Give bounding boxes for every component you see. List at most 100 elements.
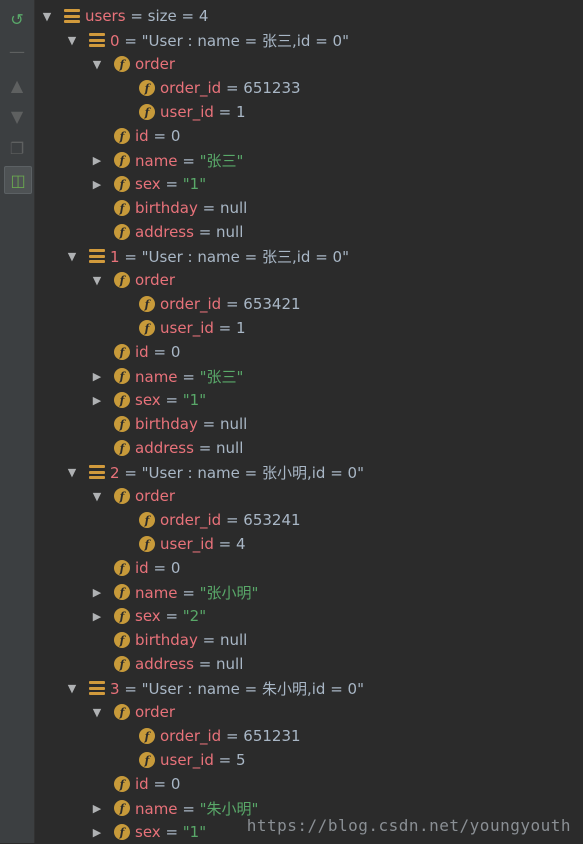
tree-row[interactable]: f address = null: [35, 436, 583, 460]
array-icon: [89, 680, 105, 696]
equals-sign: =: [119, 463, 142, 482]
copy-icon[interactable]: ❐: [4, 135, 30, 161]
variable-name: name: [135, 799, 178, 818]
variable-name: order: [135, 55, 175, 73]
collapse-arrow-icon[interactable]: ▶: [91, 370, 103, 383]
minus-icon[interactable]: —: [4, 38, 30, 64]
tree-row[interactable]: ▼ f order: [35, 268, 583, 292]
tree-row-text: birthday = null: [135, 631, 247, 649]
tree-row[interactable]: f birthday = null: [35, 412, 583, 436]
tree-row[interactable]: f address = null: [35, 652, 583, 676]
tree-row-text: order_id = 653421: [160, 295, 301, 313]
tree-row[interactable]: f user_id = 1: [35, 100, 583, 124]
arrow-down-icon[interactable]: ▼: [4, 103, 30, 129]
tree-row[interactable]: ▼ 0 = "User : name = 张三,id = 0": [35, 28, 583, 52]
tree-row[interactable]: f id = 0: [35, 772, 583, 796]
variable-value: "张小明": [199, 583, 259, 602]
collapse-arrow-icon[interactable]: ▶: [91, 178, 103, 191]
expand-arrow-icon[interactable]: ▼: [66, 682, 78, 695]
equals-sign: =: [177, 799, 200, 818]
tree-row-text: order_id = 651233: [160, 79, 301, 97]
variable-name: 1: [110, 247, 120, 266]
tree-row[interactable]: f id = 0: [35, 124, 583, 148]
tree-row-text: name = "张小明": [135, 582, 258, 603]
collapse-arrow-icon[interactable]: ▶: [91, 802, 103, 815]
collapse-arrow-icon[interactable]: ▶: [91, 610, 103, 623]
collapse-arrow-icon[interactable]: ▶: [91, 154, 103, 167]
tree-row[interactable]: f user_id = 4: [35, 532, 583, 556]
tree-row[interactable]: f order_id = 651231: [35, 724, 583, 748]
field-icon: f: [139, 80, 155, 96]
variable-name: user_id: [160, 319, 214, 337]
variable-name: order_id: [160, 79, 222, 97]
collapse-arrow-icon[interactable]: ▶: [91, 586, 103, 599]
tree-row[interactable]: f order_id = 653421: [35, 292, 583, 316]
equals-sign: =: [119, 679, 142, 698]
variable-value: 0: [170, 559, 181, 577]
restore-icon[interactable]: ↺: [4, 6, 30, 32]
variable-name: order: [135, 271, 175, 289]
tree-row[interactable]: f order_id = 653241: [35, 508, 583, 532]
variable-name: sex: [135, 391, 161, 409]
array-icon: [89, 248, 105, 264]
expand-arrow-icon[interactable]: ▼: [41, 10, 53, 23]
tree-row[interactable]: f address = null: [35, 220, 583, 244]
tree-row[interactable]: f birthday = null: [35, 196, 583, 220]
tree-row-text: id = 0: [135, 559, 180, 577]
tree-row-text: 3 = "User : name = 朱小明,id = 0": [110, 678, 364, 699]
expand-arrow-icon[interactable]: ▼: [91, 706, 103, 719]
tree-row[interactable]: ▼ 1 = "User : name = 张三,id = 0": [35, 244, 583, 268]
tree-row[interactable]: ▼ f order: [35, 484, 583, 508]
field-icon: f: [139, 728, 155, 744]
tree-row[interactable]: f id = 0: [35, 556, 583, 580]
equals-sign: =: [197, 631, 220, 649]
tree-row[interactable]: f birthday = null: [35, 628, 583, 652]
variable-name: sex: [135, 823, 161, 841]
tree-row[interactable]: ▶ f name = "张三": [35, 148, 583, 172]
tree-row[interactable]: ▶ f sex = "2": [35, 604, 583, 628]
tree-row[interactable]: ▶ f name = "张三": [35, 364, 583, 388]
equals-sign: =: [119, 31, 142, 50]
tree-row[interactable]: f user_id = 5: [35, 748, 583, 772]
field-icon: f: [139, 104, 155, 120]
variable-value: "User : name = 朱小明,id = 0": [141, 679, 364, 698]
tree-row[interactable]: ▶ f name = "张小明": [35, 580, 583, 604]
arrow-up-icon[interactable]: ▲: [4, 72, 30, 98]
tree-row[interactable]: ▼ 2 = "User : name = 张小明,id = 0": [35, 460, 583, 484]
expand-arrow-icon[interactable]: ▼: [66, 466, 78, 479]
watch-icon[interactable]: ◫: [4, 166, 32, 194]
field-icon: f: [114, 440, 130, 456]
tree-row[interactable]: ▼ f order: [35, 52, 583, 76]
expand-arrow-icon[interactable]: ▼: [91, 490, 103, 503]
tree-row-text: order: [135, 55, 175, 73]
tree-row[interactable]: f id = 0: [35, 340, 583, 364]
variable-value: "张三": [199, 367, 244, 386]
tree-row[interactable]: f user_id = 1: [35, 316, 583, 340]
collapse-arrow-icon[interactable]: ▶: [91, 826, 103, 839]
field-icon: f: [114, 176, 130, 192]
field-icon: f: [114, 128, 130, 144]
tree-row[interactable]: ▼ 3 = "User : name = 朱小明,id = 0": [35, 676, 583, 700]
variable-value: null: [219, 631, 248, 649]
field-icon: f: [114, 800, 130, 816]
expand-arrow-icon[interactable]: ▼: [91, 274, 103, 287]
tree-row[interactable]: ▼ users = size = 4: [35, 4, 583, 28]
tree-row-text: sex = "1": [135, 391, 206, 409]
tree-row[interactable]: ▶ f sex = "1": [35, 172, 583, 196]
expand-arrow-icon[interactable]: ▼: [66, 250, 78, 263]
equals-sign: =: [213, 751, 237, 769]
equals-sign: =: [160, 391, 183, 409]
tree-row[interactable]: f order_id = 651233: [35, 76, 583, 100]
field-icon: f: [139, 512, 155, 528]
equals-sign: =: [193, 223, 217, 241]
expand-arrow-icon[interactable]: ▼: [91, 58, 103, 71]
tree-row[interactable]: ▶ f sex = "1": [35, 388, 583, 412]
variable-name: name: [135, 151, 178, 170]
variable-value: "1": [182, 823, 207, 841]
variable-name: id: [135, 127, 149, 145]
collapse-arrow-icon[interactable]: ▶: [91, 394, 103, 407]
expand-arrow-icon[interactable]: ▼: [66, 34, 78, 47]
tree-row-text: address = null: [135, 223, 243, 241]
tree-row[interactable]: ▼ f order: [35, 700, 583, 724]
variable-name: name: [135, 367, 178, 386]
